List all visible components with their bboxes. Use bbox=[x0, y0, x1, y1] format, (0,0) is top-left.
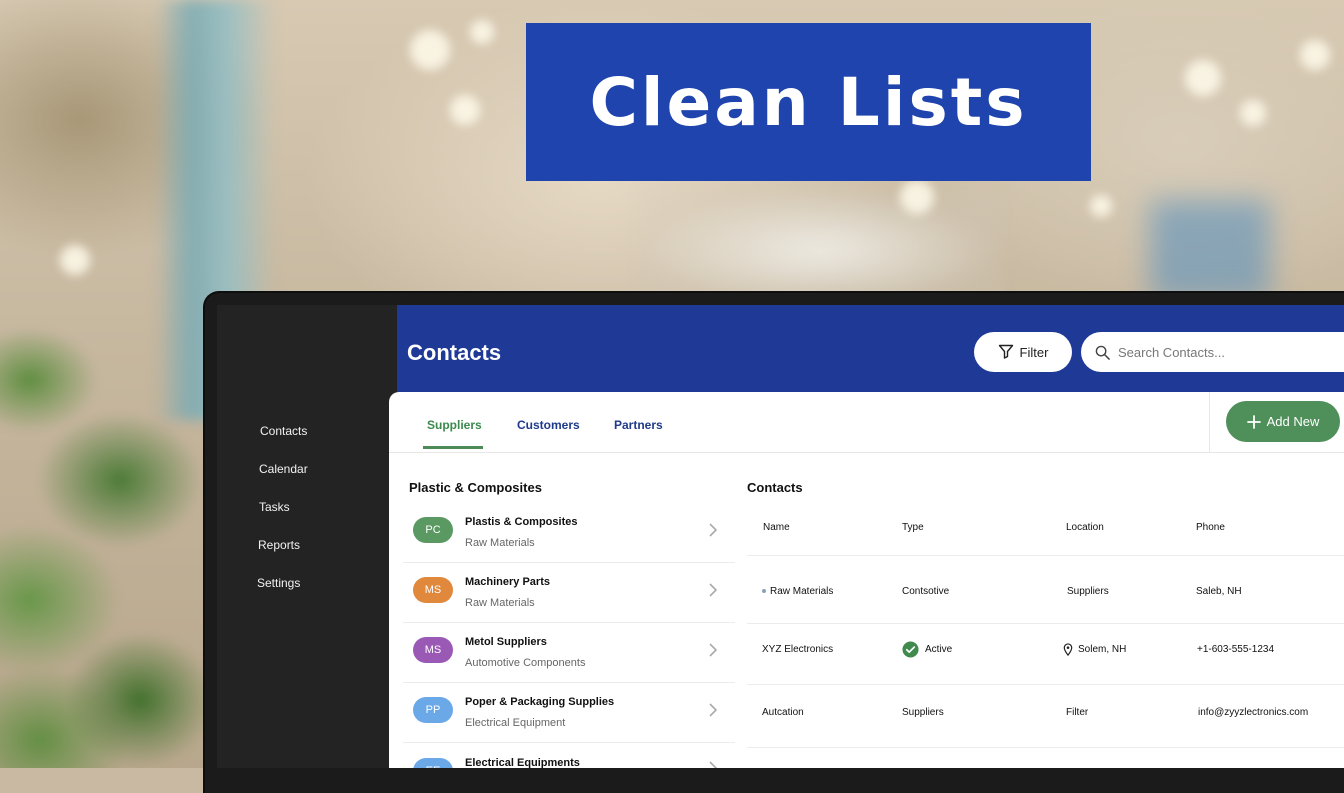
active-tab-indicator bbox=[423, 446, 483, 449]
chevron-right-icon bbox=[708, 702, 718, 721]
row-divider bbox=[747, 684, 1344, 685]
sidebar-item-reports[interactable]: Reports bbox=[258, 538, 300, 552]
list-title: Plastic & Composites bbox=[409, 480, 542, 495]
list-item[interactable]: MS Machinery Parts Raw Materials bbox=[403, 564, 735, 623]
list-item-name: Metol Suppliers bbox=[465, 636, 547, 648]
check-circle-icon bbox=[902, 641, 919, 658]
column-header-name[interactable]: Name bbox=[763, 522, 790, 533]
avatar: MS bbox=[413, 637, 453, 663]
table-cell-name[interactable]: Autcation bbox=[762, 707, 804, 718]
list-item-category: Automotive Components bbox=[465, 657, 586, 669]
list-item-category: Raw Materials bbox=[465, 597, 535, 609]
table-cell-type: Active bbox=[902, 641, 952, 658]
add-new-label: Add New bbox=[1266, 414, 1320, 429]
avatar: PC bbox=[413, 517, 453, 543]
chevron-right-icon bbox=[708, 582, 718, 601]
table-cell-type: Contsotive bbox=[902, 586, 950, 597]
table-title: Contacts bbox=[747, 480, 803, 495]
table-cell-location: Solem, NH bbox=[1063, 643, 1126, 656]
chevron-right-icon bbox=[708, 522, 718, 541]
search-box[interactable] bbox=[1081, 332, 1344, 372]
table-cell-name[interactable]: XYZ Electronics bbox=[762, 644, 833, 655]
table-cell-name[interactable]: Raw Materials bbox=[762, 586, 833, 597]
row-divider bbox=[747, 623, 1344, 624]
list-item[interactable]: PC Plastis & Composites Raw Materials bbox=[403, 504, 735, 563]
tab-suppliers[interactable]: Suppliers bbox=[427, 418, 482, 432]
headline-banner: Clean Lists bbox=[526, 23, 1091, 181]
column-header-type[interactable]: Type bbox=[902, 522, 924, 533]
filter-label: Filter bbox=[1019, 344, 1049, 360]
table-cell-phone: info@zyyzlectronics.com bbox=[1198, 707, 1309, 718]
list-item-name: Plastis & Composites bbox=[465, 516, 578, 528]
table-cell-phone: Saleb, NH bbox=[1196, 586, 1242, 597]
page-title: Contacts bbox=[407, 340, 502, 365]
content-panel: Suppliers Customers Partners Add New Pla… bbox=[389, 392, 1344, 768]
table-cell-type: Suppliers bbox=[902, 707, 944, 718]
tab-customers[interactable]: Customers bbox=[517, 418, 580, 432]
chevron-right-icon bbox=[708, 760, 718, 768]
list-item[interactable]: EE Electrical Equipments bbox=[403, 744, 735, 768]
row-divider bbox=[747, 747, 1344, 748]
list-item-name: Machinery Parts bbox=[465, 576, 550, 588]
plus-icon bbox=[1246, 414, 1261, 429]
list-item-name: Poper & Packaging Supplies bbox=[465, 696, 615, 708]
sidebar bbox=[217, 305, 397, 768]
row-divider bbox=[747, 555, 1344, 556]
search-icon bbox=[1095, 345, 1110, 360]
table-cell-phone: +1-603-555-1234 bbox=[1197, 644, 1275, 655]
location-pin-icon bbox=[1063, 643, 1073, 656]
list-item[interactable]: MS Metol Suppliers Automotive Components bbox=[403, 624, 735, 683]
list-item-category: Raw Materials bbox=[465, 537, 535, 549]
headline-text: Clean Lists bbox=[589, 63, 1028, 141]
filter-icon bbox=[998, 343, 1014, 362]
add-new-button[interactable]: Add New bbox=[1226, 401, 1340, 442]
list-item-category: Electrical Equipment bbox=[465, 717, 566, 729]
search-input[interactable] bbox=[1116, 343, 1320, 361]
sidebar-item-tasks[interactable]: Tasks bbox=[259, 500, 290, 514]
tab-partners[interactable]: Partners bbox=[614, 418, 663, 432]
list-item-name: Electrical Equipments bbox=[465, 757, 580, 768]
avatar: PP bbox=[413, 697, 453, 723]
sidebar-item-calendar[interactable]: Calendar bbox=[259, 462, 308, 476]
bullet-dot bbox=[762, 589, 766, 594]
tabs-bar: Suppliers Customers Partners Add New bbox=[389, 392, 1344, 453]
status-badge: Active bbox=[925, 644, 953, 655]
list-item[interactable]: PP Poper & Packaging Supplies Electrical… bbox=[403, 684, 735, 743]
filter-button[interactable]: Filter bbox=[974, 332, 1072, 372]
avatar: MS bbox=[413, 577, 453, 603]
tabs-divider bbox=[1209, 392, 1210, 452]
column-header-location[interactable]: Location bbox=[1066, 522, 1104, 533]
table-cell-location: Suppliers bbox=[1067, 586, 1109, 597]
chevron-right-icon bbox=[708, 642, 718, 661]
column-header-phone[interactable]: Phone bbox=[1196, 522, 1225, 533]
avatar: EE bbox=[413, 758, 453, 768]
sidebar-item-contacts[interactable]: Contacts bbox=[260, 424, 307, 438]
table-cell-location: Filter bbox=[1066, 707, 1089, 718]
sidebar-item-settings[interactable]: Settings bbox=[257, 576, 300, 590]
